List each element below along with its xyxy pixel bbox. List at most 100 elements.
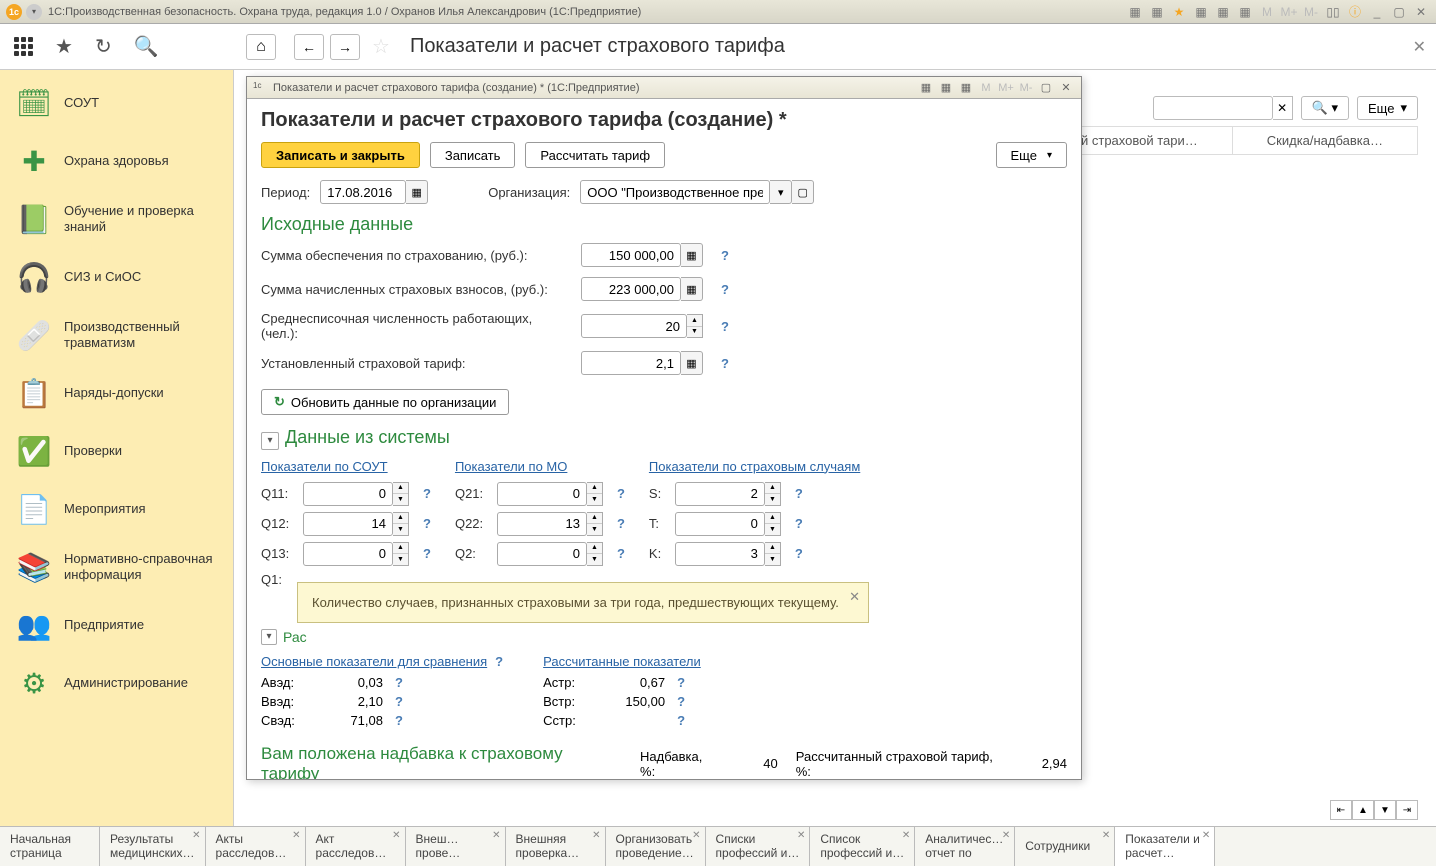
tb-icon[interactable]: ▦ (937, 80, 955, 96)
sidebar-item[interactable]: ✚Охрана здоровья (0, 132, 233, 190)
help-icon[interactable]: ? (795, 516, 803, 531)
spinner[interactable]: ▲▼ (765, 512, 781, 536)
help-icon[interactable]: ? (721, 356, 729, 371)
fav-icon[interactable]: ☆ (372, 34, 390, 59)
tab-close-icon[interactable]: ✕ (1102, 830, 1110, 842)
save-close-button[interactable]: Записать и закрыть (261, 142, 420, 168)
tooltip-close-icon[interactable]: ✕ (849, 589, 860, 605)
help-icon[interactable]: ? (423, 516, 431, 531)
bottom-tab[interactable]: Организоватьпроведение…✕ (606, 827, 706, 866)
bottom-tab[interactable]: Актырасследов…✕ (206, 827, 306, 866)
comp-calc-heading[interactable]: Рассчитанные показатели (543, 654, 701, 669)
help-icon[interactable]: ? (617, 486, 625, 501)
spinner[interactable]: ▲▼ (587, 542, 603, 566)
sidebar-item[interactable]: 📗Обучение и проверка знаний (0, 190, 233, 248)
calc-icon[interactable]: ▦ (681, 277, 703, 301)
help-icon[interactable]: ? (721, 319, 729, 334)
bottom-tab[interactable]: Результатымедицинских…✕ (100, 827, 206, 866)
bottom-tab[interactable]: Начальнаястраница (0, 827, 100, 866)
tb-mplus[interactable]: M+ (997, 80, 1015, 96)
help-icon[interactable]: ? (795, 546, 803, 561)
help-icon[interactable]: ? (423, 546, 431, 561)
help-icon[interactable]: ? (795, 486, 803, 501)
open-icon[interactable]: ▢ (792, 180, 814, 204)
s-input[interactable] (675, 482, 765, 506)
calc-icon[interactable]: ▦ (681, 351, 703, 375)
sum-obesb-input[interactable] (581, 243, 681, 267)
sluch-link[interactable]: Показатели по страховым случаям (649, 459, 860, 474)
search-icon[interactable]: 🔍 (134, 34, 159, 59)
tab-close-icon[interactable]: ✕ (1002, 830, 1010, 842)
bottom-tab[interactable]: Сотрудники✕ (1015, 827, 1115, 866)
tb-icon[interactable]: ▦ (957, 80, 975, 96)
calc-icon[interactable]: ▦ (681, 243, 703, 267)
tb-icon[interactable]: ▦ (1192, 4, 1210, 20)
q2-input[interactable] (497, 542, 587, 566)
home-button[interactable]: ⌂ (246, 34, 276, 60)
tb-mminus[interactable]: M- (1302, 4, 1320, 20)
help-icon[interactable]: ? (395, 713, 403, 728)
period-input[interactable] (320, 180, 406, 204)
history-icon[interactable]: ↻ (95, 34, 112, 59)
sum-vznos-input[interactable] (581, 277, 681, 301)
spinner[interactable]: ▲▼ (587, 512, 603, 536)
panels-icon[interactable]: ▯▯ (1324, 4, 1342, 20)
tb-mplus[interactable]: M+ (1280, 4, 1298, 20)
save-button[interactable]: Записать (430, 142, 516, 168)
bottom-tab[interactable]: Спискипрофессий и…✕ (706, 827, 811, 866)
star-icon[interactable]: ★ (1170, 4, 1188, 20)
more-button[interactable]: Еще (996, 142, 1067, 168)
sidebar-item[interactable]: 📄Мероприятия (0, 480, 233, 538)
tab-close-icon[interactable]: ✕ (192, 830, 200, 842)
spinner[interactable]: ▲▼ (393, 512, 409, 536)
tb-mminus[interactable]: M- (1017, 80, 1035, 96)
q12-input[interactable] (303, 512, 393, 536)
sidebar-item[interactable]: 🩹Производственный травматизм (0, 306, 233, 364)
help-icon[interactable]: ? (721, 282, 729, 297)
tab-close-icon[interactable]: ✕ (492, 830, 500, 842)
star-icon[interactable]: ★ (55, 34, 73, 59)
mo-link[interactable]: Показатели по МО (455, 459, 567, 474)
t-input[interactable] (675, 512, 765, 536)
tab-close-icon[interactable]: ✕ (797, 830, 805, 842)
bottom-tab[interactable]: Внешняяпроверка…✕ (506, 827, 606, 866)
help-icon[interactable]: ? (677, 694, 685, 709)
search-input[interactable] (1153, 96, 1273, 120)
bottom-tab[interactable]: Показатели ирасчет…✕ (1115, 827, 1215, 866)
min-icon[interactable]: _ (1368, 4, 1386, 20)
q13-input[interactable] (303, 542, 393, 566)
bottom-tab[interactable]: Аналитичес…отчет по✕ (915, 827, 1015, 866)
help-icon[interactable]: ? (617, 546, 625, 561)
bottom-tab[interactable]: Внеш…прове…✕ (406, 827, 506, 866)
spinner[interactable]: ▲▼ (765, 482, 781, 506)
calendar-icon[interactable]: ▦ (406, 180, 428, 204)
tab-close-icon[interactable]: ✕ (592, 830, 600, 842)
q21-input[interactable] (497, 482, 587, 506)
bottom-tab[interactable]: Актрасследов…✕ (306, 827, 406, 866)
search-button[interactable]: 🔍 ▾ (1301, 96, 1349, 120)
forward-button[interactable]: → (330, 34, 360, 60)
bottom-tab[interactable]: Списокпрофессий и…✕ (810, 827, 915, 866)
help-icon[interactable]: ? (395, 675, 403, 690)
max-icon[interactable]: ▢ (1037, 80, 1055, 96)
spinner[interactable]: ▲▼ (393, 482, 409, 506)
tb-icon[interactable]: ▦ (1126, 4, 1144, 20)
sidebar-item[interactable]: 📚Нормативно-справочная информация (0, 538, 233, 596)
chisl-input[interactable] (581, 314, 687, 338)
tab-close-icon[interactable]: ✕ (902, 830, 910, 842)
tb-icon[interactable]: ▦ (917, 80, 935, 96)
q22-input[interactable] (497, 512, 587, 536)
tarif-input[interactable] (581, 351, 681, 375)
help-icon[interactable]: ? (677, 713, 685, 728)
sidebar-item[interactable]: 👥Предприятие (0, 596, 233, 654)
help-icon[interactable]: ? (677, 675, 685, 690)
sidebar-item[interactable]: 🗓СОУТ (0, 74, 233, 132)
tb-icon[interactable]: ▦ (1236, 4, 1254, 20)
tb-icon[interactable]: ▦ (1148, 4, 1166, 20)
tab-close-icon[interactable]: ✕ (392, 830, 400, 842)
collapse-icon[interactable]: ▾ (261, 629, 277, 645)
section-sys-heading[interactable]: Данные из системы (261, 427, 1067, 450)
spinner[interactable]: ▲▼ (765, 542, 781, 566)
spinner[interactable]: ▲▼ (587, 482, 603, 506)
sidebar-item[interactable]: ✅Проверки (0, 422, 233, 480)
